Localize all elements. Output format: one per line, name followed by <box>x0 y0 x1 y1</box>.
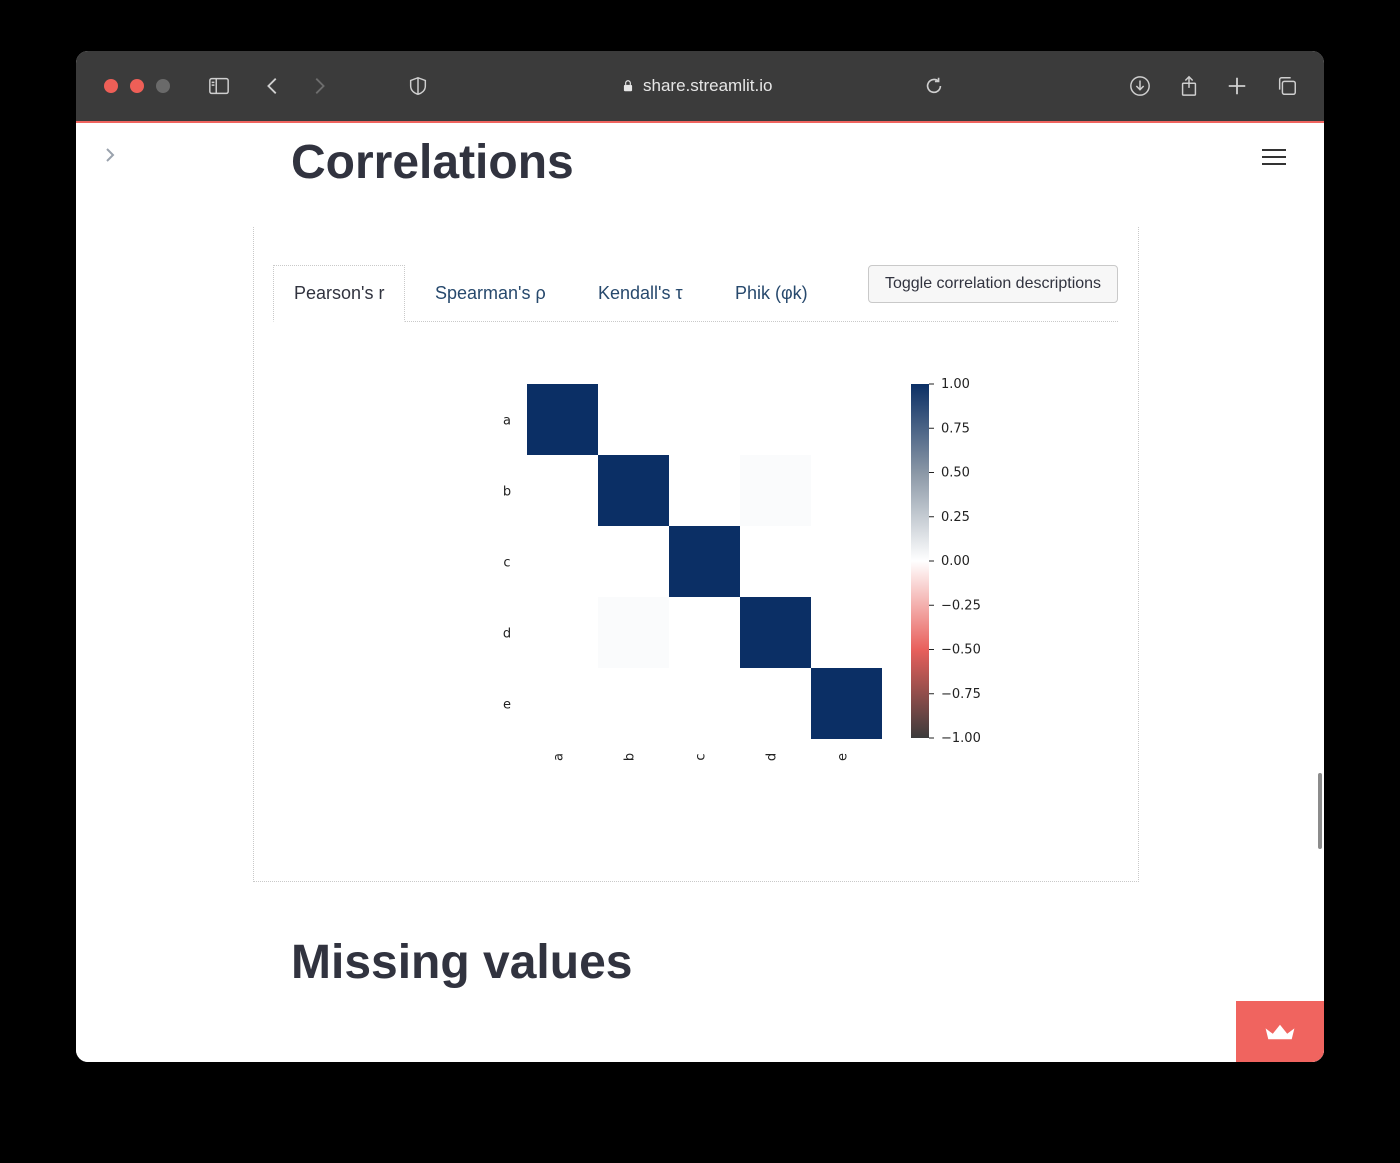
browser-window: share.streamlit.io Correlations Pearson'… <box>76 51 1324 1062</box>
zoom-window-button[interactable] <box>156 79 170 93</box>
heatmap-cell-d-e <box>811 597 882 668</box>
crown-icon <box>1265 1024 1295 1039</box>
row-label-e: e <box>503 698 511 713</box>
download-icon[interactable] <box>1125 71 1155 101</box>
heatmap-cell-a-b <box>598 384 669 455</box>
back-icon[interactable] <box>258 71 288 101</box>
row-label-a: a <box>503 414 511 429</box>
col-label-a: a <box>552 753 567 761</box>
section-title-correlations: Correlations <box>291 136 574 189</box>
share-icon[interactable] <box>1174 71 1204 101</box>
colorbar-tick-label: 0.50 <box>941 466 970 481</box>
url-text: share.streamlit.io <box>643 76 773 95</box>
page-content: Correlations Pearson's r Spearman's ρ Ke… <box>76 123 1324 1062</box>
heatmap-cell-a-d <box>740 384 811 455</box>
heatmap-cell-e-e <box>811 668 882 739</box>
heatmap-cell-d-c <box>669 597 740 668</box>
col-label-c: c <box>694 753 709 760</box>
row-label-c: c <box>503 556 510 571</box>
colorbar-tick-label: −0.75 <box>941 687 981 702</box>
heatmap-cell-b-d <box>740 455 811 526</box>
heatmap-cell-c-c <box>669 526 740 597</box>
address-bar[interactable]: share.streamlit.io <box>621 75 772 97</box>
col-label-e: e <box>836 753 851 761</box>
colorbar-tick-label: 0.00 <box>941 554 970 569</box>
heatmap-cell-c-e <box>811 526 882 597</box>
tabs-overview-icon[interactable] <box>1272 71 1302 101</box>
colorbar-tick-label: 0.75 <box>941 421 970 436</box>
shield-icon[interactable] <box>403 71 433 101</box>
heatmap-cell-b-e <box>811 455 882 526</box>
heatmap-cell-c-b <box>598 526 669 597</box>
heatmap-cell-d-b <box>598 597 669 668</box>
col-label-d: d <box>765 753 780 761</box>
browser-toolbar: share.streamlit.io <box>76 51 1324 121</box>
colorbar <box>911 384 929 738</box>
heatmap-cell-c-a <box>527 526 598 597</box>
heatmap-cell-b-b <box>598 455 669 526</box>
expand-sidebar-icon[interactable] <box>104 147 116 168</box>
correlation-heatmap: a b c d e a b c d e 1.00 0.75 0.50 0.25 0.00 −0.25 −0.… <box>503 377 981 761</box>
section-title-missing-values: Missing values <box>291 936 633 989</box>
heatmap-cell-d-a <box>527 597 598 668</box>
heatmap-cell-a-c <box>669 384 740 455</box>
close-window-button[interactable] <box>104 79 118 93</box>
streamlit-deploy-button[interactable] <box>1236 1001 1324 1062</box>
colorbar-tick-label: −1.00 <box>941 731 981 746</box>
new-tab-icon[interactable] <box>1222 71 1252 101</box>
heatmap-cell-b-a <box>527 455 598 526</box>
heatmap-cell-a-a <box>527 384 598 455</box>
main-menu-icon[interactable] <box>1262 149 1286 167</box>
reload-icon[interactable] <box>919 71 949 101</box>
minimize-window-button[interactable] <box>130 79 144 93</box>
forward-icon[interactable] <box>304 71 334 101</box>
heatmap-cell-e-a <box>527 668 598 739</box>
heatmap-cell-d-d <box>740 597 811 668</box>
col-label-b: b <box>623 753 638 761</box>
heatmap-cell-e-d <box>740 668 811 739</box>
scrollbar-thumb[interactable] <box>1318 773 1322 849</box>
colorbar-tick-label: 1.00 <box>941 377 970 392</box>
sidebar-icon[interactable] <box>204 71 234 101</box>
colorbar-tick-label: −0.25 <box>941 598 981 613</box>
row-label-d: d <box>503 627 511 642</box>
heatmap-cell-e-b <box>598 668 669 739</box>
heatmap-cell-e-c <box>669 668 740 739</box>
row-label-b: b <box>503 485 511 500</box>
correlations-card: Pearson's r Spearman's ρ Kendall's τ Phi… <box>253 227 1139 882</box>
colorbar-tick-label: 0.25 <box>941 510 970 525</box>
heatmap-cell-a-e <box>811 384 882 455</box>
heatmap-cell-b-c <box>669 455 740 526</box>
lock-icon <box>623 80 633 92</box>
colorbar-tick-label: −0.50 <box>941 643 981 658</box>
heatmap-cell-c-d <box>740 526 811 597</box>
